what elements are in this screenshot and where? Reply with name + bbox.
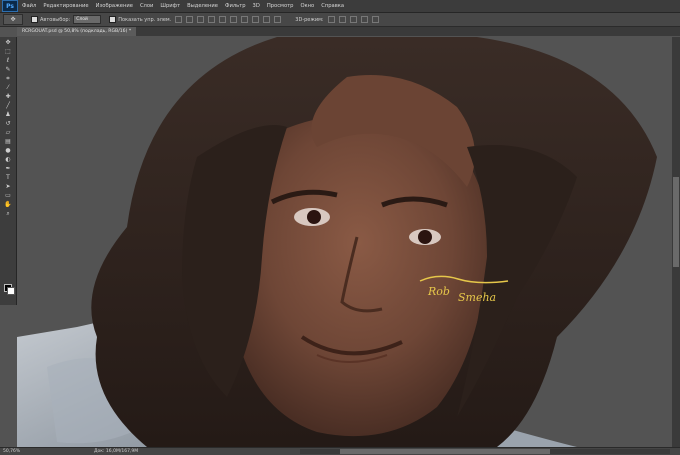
marquee-tool-icon[interactable]: ⬚: [4, 48, 13, 55]
portrait-painting: [17, 37, 658, 447]
menu-window[interactable]: Окно: [300, 3, 314, 9]
document-tab[interactable]: RCRGOUAT.psd @ 50,8% (подкладь, RGB/16) …: [17, 27, 137, 36]
healing-tool-icon[interactable]: ✚: [4, 93, 13, 100]
vertical-scrollbar[interactable]: [672, 37, 680, 447]
distribute-middle-icon[interactable]: [252, 16, 260, 23]
dodge-tool-icon[interactable]: ◐: [4, 156, 13, 163]
menu-file[interactable]: Файл: [22, 3, 36, 9]
mode-3d-label: 3D-режим:: [295, 16, 324, 23]
photoshop-logo-icon: Ps: [2, 0, 18, 12]
type-tool-icon[interactable]: T: [4, 174, 13, 181]
slide-3d-icon[interactable]: [360, 16, 368, 23]
menu-edit[interactable]: Редактирование: [43, 3, 88, 9]
path-select-tool-icon[interactable]: ➤: [4, 183, 13, 190]
blur-tool-icon[interactable]: ●: [4, 147, 13, 154]
crop-tool-icon[interactable]: ⌗: [4, 75, 13, 82]
align-middle-icon[interactable]: [186, 16, 194, 23]
options-bar: ✥ Автовыбор: Слой Показать упр. элем. 3D…: [0, 13, 680, 27]
artist-signature: Rob Smeha: [419, 275, 509, 304]
align-center-icon[interactable]: [219, 16, 227, 23]
menu-select[interactable]: Выделение: [187, 3, 218, 9]
document-tab-bar: RCRGOUAT.psd @ 50,8% (подкладь, RGB/16) …: [17, 27, 680, 36]
shape-tool-icon[interactable]: ▭: [4, 192, 13, 199]
vertical-scroll-thumb[interactable]: [673, 177, 679, 267]
signature-line2: Smeha: [458, 291, 496, 304]
menu-image[interactable]: Изображение: [96, 3, 133, 9]
background-color-swatch[interactable]: [7, 287, 15, 295]
zoom-tool-icon[interactable]: ⌕: [4, 210, 13, 217]
lasso-tool-icon[interactable]: ℓ: [4, 57, 13, 64]
history-brush-tool-icon[interactable]: ↺: [4, 120, 13, 127]
align-bottom-icon[interactable]: [197, 16, 205, 23]
horizontal-scrollbar[interactable]: [300, 449, 670, 454]
autoselect-dropdown[interactable]: Слой: [73, 15, 102, 24]
show-controls-checkbox[interactable]: [109, 16, 117, 23]
hand-tool-icon[interactable]: ✋: [4, 201, 13, 208]
align-right-icon[interactable]: [230, 16, 238, 23]
brush-tool-icon[interactable]: ╱: [4, 102, 13, 109]
horizontal-scroll-thumb[interactable]: [340, 449, 550, 454]
rotate-3d-icon[interactable]: [327, 16, 335, 23]
menu-bar: Ps Файл Редактирование Изображение Слои …: [0, 0, 680, 13]
clone-stamp-tool-icon[interactable]: ♟: [4, 111, 13, 118]
roll-3d-icon[interactable]: [338, 16, 346, 23]
menu-3d[interactable]: 3D: [253, 3, 260, 9]
quick-select-tool-icon[interactable]: ✎: [4, 66, 13, 73]
canvas-area[interactable]: Rob Smeha: [17, 37, 672, 447]
show-controls-label: Показать упр. элем.: [118, 16, 172, 23]
distribute-bottom-icon[interactable]: [263, 16, 271, 23]
menu-view[interactable]: Просмотр: [267, 3, 294, 9]
pen-tool-icon[interactable]: ✒: [4, 165, 13, 172]
distribute-top-icon[interactable]: [241, 16, 249, 23]
distribute-left-icon[interactable]: [274, 16, 282, 23]
align-left-icon[interactable]: [208, 16, 216, 23]
autoselect-label: Автовыбор:: [40, 16, 71, 23]
eyedropper-tool-icon[interactable]: ⁄: [4, 84, 13, 91]
move-tool-icon[interactable]: ✥: [4, 39, 13, 46]
menu-filter[interactable]: Фильтр: [225, 3, 246, 9]
scale-3d-icon[interactable]: [371, 16, 379, 23]
signature-line1: Rob: [427, 285, 450, 298]
pan-3d-icon[interactable]: [349, 16, 357, 23]
autoselect-checkbox[interactable]: [31, 16, 38, 23]
eraser-tool-icon[interactable]: ▱: [4, 129, 13, 136]
gradient-tool-icon[interactable]: ▤: [4, 138, 13, 145]
menu-help[interactable]: Справка: [321, 3, 344, 9]
menu-layer[interactable]: Слои: [140, 3, 153, 9]
tools-panel: ✥ ⬚ ℓ ✎ ⌗ ⁄ ✚ ╱ ♟ ↺ ▱ ▤ ● ◐ ✒ T ➤ ▭ ✋ ⌕: [0, 37, 17, 305]
menu-type[interactable]: Шрифт: [160, 3, 180, 9]
move-tool-icon[interactable]: ✥: [3, 14, 23, 25]
align-top-icon[interactable]: [175, 16, 183, 23]
